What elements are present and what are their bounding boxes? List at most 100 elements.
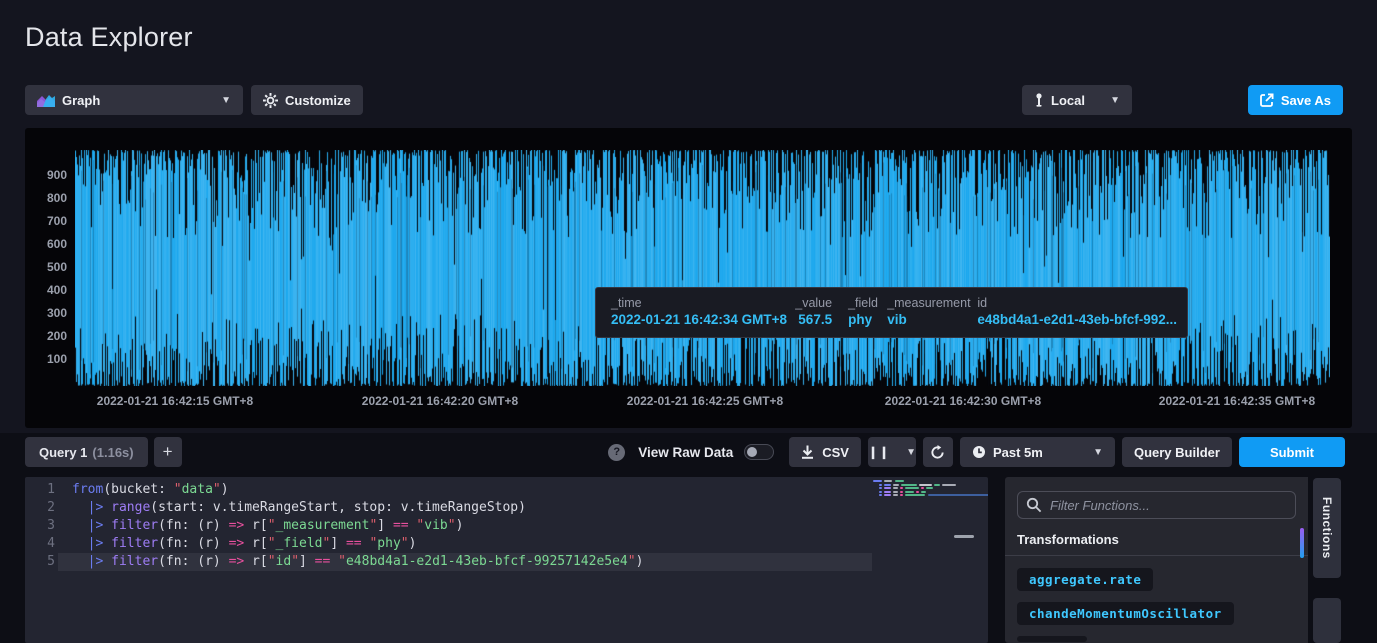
minimap-segment [884,484,891,486]
add-query-button[interactable]: + [154,437,182,467]
submit-button[interactable]: Submit [1239,437,1345,467]
minimap-segment [879,494,882,496]
query-tab[interactable]: Query 1 (1.16s) [25,437,148,467]
submit-label: Submit [1270,445,1314,460]
search-icon [1026,497,1042,513]
code-token: " [323,535,331,553]
minimap-segment [926,487,933,489]
visualization-type-dropdown[interactable]: Graph ▼ [25,85,243,115]
save-as-button[interactable]: Save As [1248,85,1343,115]
minimap-segment [901,484,917,486]
time-range-label: Past 5m [993,445,1043,460]
graph-canvas[interactable] [75,150,1330,386]
filter-functions-input[interactable] [1017,491,1296,519]
scrollbar-thumb[interactable] [1300,528,1304,558]
help-icon[interactable]: ? [608,444,625,461]
code-token: " [213,481,221,499]
function-pill-partial[interactable] [1017,636,1087,642]
customize-button[interactable]: Customize [251,85,363,115]
line-number: 5 [25,553,55,571]
code-line[interactable]: 2 |> range(start: v.timeRangeStart, stop… [25,499,872,517]
minimap-segment [905,491,914,493]
code-token: |> [88,535,104,553]
code-token [103,553,111,571]
code-token: " [416,517,424,535]
csv-download-button[interactable]: CSV [789,437,861,467]
refresh-icon [930,445,945,460]
code-token: (fn: (r) [158,535,228,553]
minimap-segment [942,484,956,486]
pin-icon [1034,93,1044,107]
visualization-type-label: Graph [62,93,100,108]
code-token [72,535,88,553]
minimap-row [873,484,985,486]
code-token [72,553,88,571]
code-token: " [369,535,377,553]
side-tab-partial[interactable] [1313,598,1341,643]
tooltip-field-label: _time [611,296,787,310]
tooltip-column: _measurementvib [887,296,977,337]
code-token: filter [111,535,158,553]
minimap-segment [900,491,903,493]
code-token: " [174,481,182,499]
minimap-segment [884,491,891,493]
code-token: ] [299,553,315,571]
code-token: == [393,517,409,535]
minimap-segment [873,480,882,482]
page-title: Data Explorer [25,22,193,53]
minimap-segment [916,491,919,493]
tooltip-field-label: id [977,296,1177,310]
line-number: 1 [25,481,55,499]
code-lines[interactable]: 1from(bucket: "data")2 |> range(start: v… [25,481,872,571]
functions-list: aggregate.rate chandeMomentumOscillator [1005,556,1308,642]
code-line[interactable]: 3 |> filter(fn: (r) => r["_measurement"]… [25,517,872,535]
code-token: => [229,517,245,535]
code-line[interactable]: 1from(bucket: "data") [25,481,872,499]
minimap-row [873,494,985,496]
save-location-dropdown[interactable]: Local ▼ [1022,85,1132,115]
query-tab-name: Query 1 [39,445,87,460]
hover-tooltip: _time2022-01-21 16:42:34 GMT+8_value567.… [595,287,1188,338]
view-raw-data-toggle[interactable] [744,444,774,460]
code-token: data [182,481,213,499]
minimap-segment [893,494,898,496]
pause-button[interactable]: ❙❙ ▼ [868,437,916,467]
data-explorer-app: Data Explorer Graph ▼ Customize [0,0,1377,643]
line-number: 2 [25,499,55,517]
time-range-dropdown[interactable]: Past 5m ▼ [960,437,1115,467]
function-pill[interactable]: aggregate.rate [1017,568,1153,591]
clock-icon [972,445,986,459]
panel-resize-handle[interactable] [954,535,974,538]
code-token: " [268,553,276,571]
query-builder-label: Query Builder [1134,445,1220,460]
code-line[interactable]: 5 |> filter(fn: (r) => r["id"] == "e48bd… [25,553,872,571]
code-token: == [315,553,331,571]
workspace: 1from(bucket: "data")2 |> range(start: v… [0,472,1377,643]
x-tick-label: 2022-01-21 16:42:15 GMT+8 [97,394,253,408]
y-tick-label: 200 [29,329,67,343]
code-token: |> [88,499,104,517]
minimap-row [873,491,985,493]
flux-code-editor[interactable]: 1from(bucket: "data")2 |> range(start: v… [25,477,988,643]
y-tick-label: 400 [29,283,67,297]
code-token: vib [424,517,447,535]
code-token: (fn: (r) [158,553,228,571]
editor-minimap[interactable] [873,480,985,640]
graph-panel: 900800700600500400300200100 2022-01-21 1… [25,128,1352,428]
tab-functions[interactable]: Functions [1313,478,1341,578]
code-line[interactable]: 4 |> filter(fn: (r) => r["_field"] == "p… [25,535,872,553]
minimap-segment [893,491,898,493]
minimap-segment [893,484,899,486]
minimap-segment [921,491,926,493]
code-token [362,535,370,553]
query-builder-button[interactable]: Query Builder [1122,437,1232,467]
function-pill[interactable]: chandeMomentumOscillator [1017,602,1234,625]
tooltip-field-value: phy [848,312,887,327]
refresh-button[interactable] [923,437,953,467]
chevron-down-icon: ▼ [906,447,916,458]
line-number: 4 [25,535,55,553]
chevron-down-icon: ▼ [1110,95,1120,106]
code-token: |> [88,553,104,571]
minimap-segment [879,491,882,493]
code-token: " [401,535,409,553]
